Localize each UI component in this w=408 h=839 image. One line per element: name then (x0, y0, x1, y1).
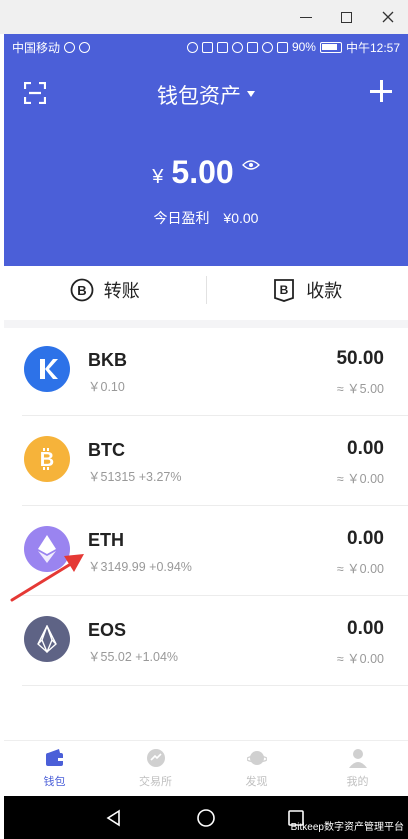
asset-list: BKB ￥0.10 50.00 ≈ ￥5.00 B BTC ￥51315 +3.… (4, 326, 408, 686)
asset-amount: 0.00 (347, 438, 384, 459)
window-title-bar (0, 0, 408, 34)
bitcoin-shield-icon: B (274, 279, 295, 302)
asset-row-bkb[interactable]: BKB ￥0.10 50.00 ≈ ￥5.00 (22, 326, 408, 416)
asset-value: ≈ ￥0.00 (336, 652, 384, 666)
vibrate-icon (216, 41, 228, 53)
tab-discover-label: 发现 (245, 776, 268, 788)
asset-value: ≈ ￥0.00 (336, 472, 384, 486)
asset-name: BTC (88, 440, 125, 460)
back-button[interactable] (84, 796, 144, 839)
home-button[interactable] (176, 796, 236, 839)
receive-label: 收款 (306, 281, 343, 301)
tab-wallet[interactable]: 钱包 (4, 741, 105, 796)
caret-down-icon (247, 91, 255, 98)
close-icon (382, 11, 394, 23)
eos-icon (24, 616, 70, 662)
bitcoin-circle-icon: B (70, 278, 94, 302)
tab-exchange[interactable]: 交易所 (105, 741, 206, 796)
wallet-icon (45, 749, 63, 766)
person-icon (348, 749, 367, 768)
page-title: 钱包资产 (157, 85, 241, 108)
tab-wallet-label: 钱包 (43, 776, 66, 788)
notification-icon (64, 41, 76, 53)
profit-label: 今日盈利 (153, 210, 210, 226)
alarm-icon (231, 41, 243, 53)
asset-price: ￥55.02 +1.04% (88, 650, 179, 664)
asset-amount: 50.00 (336, 348, 384, 369)
receive-button[interactable]: B 收款 (207, 266, 408, 320)
asset-price: ￥51315 +3.27% (88, 470, 182, 484)
watermark-text: Bitkeep数字资产管理平台 (290, 822, 404, 833)
close-button[interactable] (368, 0, 408, 34)
wifi-icon (261, 41, 273, 53)
minimize-button[interactable] (286, 0, 326, 34)
maximize-button[interactable] (326, 0, 366, 34)
home-circle-icon (197, 808, 215, 827)
today-profit: 今日盈利 ¥0.00 (4, 208, 408, 228)
asset-amount: 0.00 (347, 618, 384, 639)
transfer-button[interactable]: B 转账 (4, 266, 206, 320)
svg-text:B: B (77, 283, 86, 298)
asset-row-btc[interactable]: B BTC ￥51315 +3.27% 0.00 ≈ ￥0.00 (22, 416, 408, 506)
tab-profile-label: 我的 (346, 776, 369, 788)
back-triangle-icon (106, 809, 120, 826)
tab-discover[interactable]: 发现 (206, 741, 307, 796)
svg-text:B: B (280, 283, 289, 297)
asset-amount: 0.00 (347, 528, 384, 549)
bottom-tab-bar: 钱包 交易所 发现 我的 (4, 740, 408, 796)
hd-icon (246, 41, 258, 53)
balance-value: 5.00 (171, 154, 234, 190)
asset-row-eos[interactable]: EOS ￥55.02 +1.04% 0.00 ≈ ￥0.00 (22, 596, 408, 686)
bkb-icon (24, 346, 70, 392)
bitcoin-icon: B (24, 436, 70, 482)
status-bar: 中国移动 90% 中午12:57 (4, 34, 408, 60)
user-icon (79, 41, 91, 53)
exchange-icon (146, 749, 165, 767)
nfc-icon (201, 41, 213, 53)
asset-price: ￥0.10 (88, 380, 125, 394)
asset-value: ≈ ￥5.00 (336, 382, 384, 396)
carrier-label: 中国移动 (12, 40, 61, 55)
tab-exchange-label: 交易所 (139, 776, 172, 788)
headphone-icon (186, 41, 198, 53)
action-bar: B 转账 B 收款 (4, 266, 408, 328)
transfer-label: 转账 (103, 281, 140, 301)
minimize-icon (300, 16, 312, 18)
status-time: 中午12:57 (345, 40, 400, 55)
profit-value: ¥0.00 (223, 210, 259, 226)
asset-price: ￥3149.99 +0.94% (88, 560, 192, 574)
planet-icon (246, 751, 267, 765)
signal-icon (276, 41, 288, 53)
system-nav-bar: Bitkeep数字资产管理平台 (4, 796, 408, 839)
asset-value: ≈ ￥0.00 (336, 562, 384, 576)
add-icon[interactable] (370, 80, 392, 102)
asset-name: ETH (88, 530, 124, 550)
wallet-header: 钱包资产 ¥ 5.00 今日盈利 ¥0.00 (4, 60, 408, 266)
maximize-icon (340, 11, 352, 23)
asset-name: EOS (88, 620, 127, 640)
annotation-arrow-icon (10, 554, 84, 602)
battery-percent: 90% (291, 40, 316, 54)
eye-icon[interactable] (241, 159, 260, 170)
total-balance: ¥ 5.00 (4, 154, 408, 191)
battery-icon (319, 41, 342, 53)
balance-currency: ¥ (152, 166, 164, 188)
asset-name: BKB (88, 350, 127, 370)
tab-profile[interactable]: 我的 (307, 741, 408, 796)
wallet-title-dropdown[interactable]: 钱包资产 (4, 80, 408, 110)
